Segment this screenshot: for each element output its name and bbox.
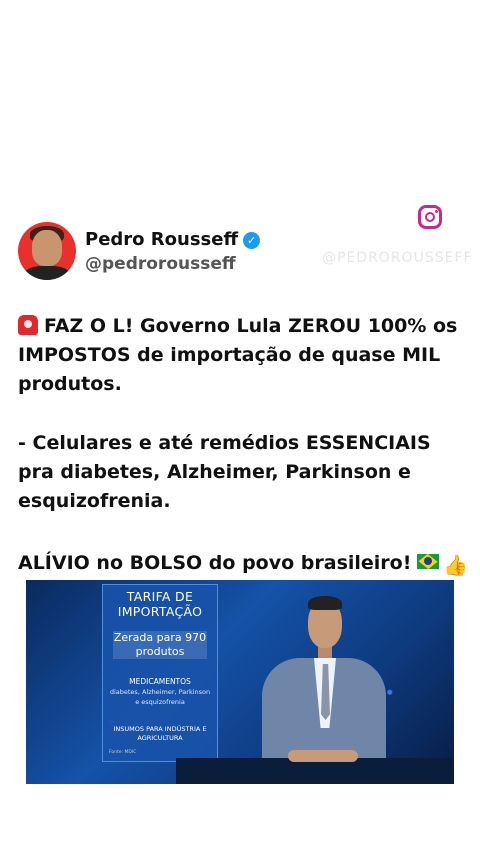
profile-handle[interactable]: @pedrorousseff (85, 254, 236, 274)
anchor-hair (308, 596, 342, 610)
graphic-zeroed: Zerada para 970 produtos (113, 631, 207, 659)
thumbs-up-icon: 👍 (443, 553, 469, 577)
graphic-meds-title: MEDICAMENTOS (129, 677, 191, 686)
tweet-paragraph-2: - Celulares e até remédios ESSENCIAIS pr… (18, 429, 473, 516)
watermark: @PEDROROUSSEFF (322, 250, 473, 266)
instagram-dot (435, 210, 438, 213)
graphic-meds-sub: diabetes, Alzheimer, Parkinson e esquizo… (109, 688, 211, 706)
brazil-flag-icon (417, 554, 440, 569)
graphic-inputs: INSUMOS PARA INDÚSTRIA E AGRICULTURA (113, 725, 207, 742)
verified-badge-icon: ✓ (243, 232, 261, 249)
tweet-paragraph-1: FAZ O L! Governo Lula ZEROU 100% os IMPO… (18, 312, 473, 399)
profile-name[interactable]: Pedro Rousseff ✓ (85, 229, 261, 250)
tweet-text-1: FAZ O L! Governo Lula ZEROU 100% os IMPO… (18, 315, 458, 395)
avatar[interactable] (18, 222, 76, 280)
graphic-title: TARIFA DE IMPORTAÇÃO (117, 589, 203, 619)
world-map-background (26, 580, 454, 784)
siren-icon (18, 315, 38, 335)
instagram-lens (425, 212, 435, 222)
instagram-icon[interactable] (418, 205, 442, 229)
tweet-paragraph-3: ALÍVIO no BOLSO do povo brasileiro! 👍 (18, 549, 473, 578)
tweet-text-2: - Celulares e até remédios ESSENCIAIS pr… (18, 432, 431, 512)
graphic-footer: Fonte: MDIC (109, 750, 137, 755)
avatar-shirt (24, 266, 70, 280)
graphic-medicines: MEDICAMENTOS diabetes, Alzheimer, Parkin… (107, 677, 213, 707)
anchor-hands (288, 750, 358, 762)
news-photo[interactable]: TARIFA DE IMPORTAÇÃO Zerada para 970 pro… (26, 580, 454, 784)
tariff-graphic-panel: TARIFA DE IMPORTAÇÃO Zerada para 970 pro… (102, 584, 218, 762)
profile-name-text: Pedro Rousseff (85, 229, 239, 250)
tweet-text-3: ALÍVIO no BOLSO do povo brasileiro! (18, 552, 412, 574)
avatar-face (32, 230, 62, 266)
